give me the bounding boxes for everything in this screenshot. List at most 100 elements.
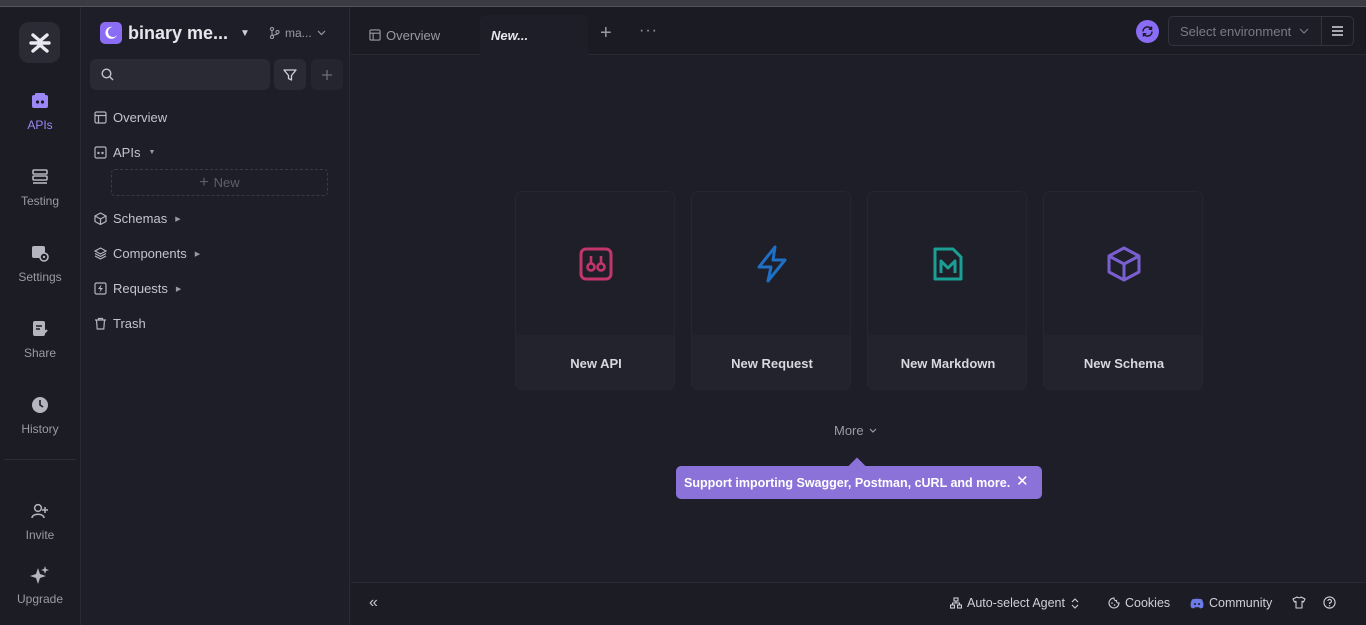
collapse-sidebar-button[interactable]: « (369, 594, 378, 612)
chevron-down-icon (317, 30, 326, 36)
card-art (516, 192, 674, 335)
tree-label-overview: Overview (113, 110, 168, 125)
branch-selector[interactable]: ma... (269, 26, 326, 40)
agent-selector[interactable]: Auto-select Agent (950, 596, 1084, 610)
rail-item-settings[interactable]: Settings (0, 242, 80, 302)
discord-icon (1190, 598, 1204, 608)
card-art (692, 192, 850, 335)
rail-item-history[interactable]: History (0, 394, 80, 454)
tree-item-overview[interactable]: Overview (93, 110, 167, 125)
plus-icon (322, 69, 332, 80)
rail-item-apis[interactable]: APIs (0, 90, 80, 150)
cookie-icon (1108, 597, 1120, 609)
cookies-button[interactable]: Cookies (1108, 596, 1170, 610)
rail-label-invite: Invite (25, 528, 55, 542)
search-icon (101, 68, 114, 81)
chevron-down-icon (1299, 28, 1309, 34)
git-branch-icon (269, 27, 280, 39)
tree-item-trash[interactable]: Trash (93, 316, 146, 331)
tab-new[interactable]: New... (480, 15, 588, 55)
branch-name: ma... (285, 26, 312, 40)
menu-button[interactable] (1322, 16, 1354, 46)
close-icon[interactable]: ✕ (1016, 474, 1030, 490)
new-api-placeholder[interactable]: + New (111, 169, 328, 196)
plus-icon: + (600, 22, 612, 44)
card-new-request[interactable]: New Request (691, 191, 851, 390)
more-button[interactable]: More (834, 423, 877, 438)
card-new-markdown[interactable]: New Markdown (867, 191, 1027, 390)
tree-item-requests[interactable]: Requests ▶ (93, 281, 181, 296)
logo-icon (28, 32, 51, 53)
rail-divider (4, 459, 76, 460)
settings-icon (29, 242, 51, 264)
card-label: New Request (731, 355, 813, 371)
filter-icon (283, 68, 297, 81)
shirt-button[interactable] (1292, 596, 1311, 609)
rail-item-upgrade[interactable]: Upgrade (0, 564, 80, 624)
tree-label-requests: Requests (113, 281, 168, 296)
sync-button[interactable] (1136, 20, 1159, 43)
layers-icon (93, 247, 107, 261)
ellipsis-icon: ··· (639, 22, 658, 39)
project-name: binary me... (128, 22, 229, 43)
caret-down-icon: ▼ (148, 149, 156, 156)
tree-label-apis: APIs (113, 145, 141, 160)
help-button[interactable] (1323, 596, 1341, 609)
markdown-icon (933, 247, 963, 280)
rail-label-upgrade: Upgrade (16, 592, 64, 606)
help-icon (1323, 596, 1336, 609)
card-new-schema[interactable]: New Schema (1043, 191, 1203, 390)
card-label: New API (570, 355, 622, 371)
tree-item-components[interactable]: Components ▶ (93, 246, 200, 261)
new-tab-button[interactable]: + (600, 23, 612, 43)
plus-icon: + (199, 173, 209, 191)
card-art (868, 192, 1026, 335)
history-icon (29, 394, 51, 416)
project-moon-icon (100, 22, 122, 44)
shirt-icon (1292, 596, 1306, 609)
filter-button[interactable] (274, 59, 306, 90)
cube-icon (1107, 246, 1141, 281)
tooltip-text: Support importing Swagger, Postman, cURL… (684, 475, 1011, 490)
updown-icon (1071, 597, 1079, 609)
rail-item-share[interactable]: Share (0, 318, 80, 378)
tab-overview[interactable]: Overview (369, 15, 440, 55)
search-box[interactable] (90, 59, 270, 90)
community-button[interactable]: Community (1190, 596, 1272, 610)
caret-right-icon: ▶ (175, 215, 181, 223)
rail-label-share: Share (23, 346, 57, 360)
window-top-border (0, 0, 1366, 7)
rail-item-invite[interactable]: Invite (0, 500, 80, 560)
environment-select[interactable]: Select environment (1168, 16, 1322, 46)
agent-icon (950, 597, 962, 609)
tab-more-button[interactable]: ··· (639, 22, 658, 40)
environment-placeholder: Select environment (1180, 23, 1292, 39)
api-folder-icon (93, 146, 107, 160)
sparkles-icon (29, 564, 51, 586)
project-switcher[interactable]: binary me... ▼ (100, 22, 250, 44)
card-label: New Schema (1083, 355, 1165, 371)
tab-bar: Overview New... + ··· Select environment (351, 7, 1366, 55)
trash-icon (93, 317, 107, 331)
tree-item-apis[interactable]: APIs ▼ (93, 145, 155, 160)
tree-label-schemas: Schemas (113, 211, 168, 226)
cookies-label: Cookies (1125, 596, 1171, 610)
app-logo[interactable] (19, 22, 60, 63)
rail-label-history: History (21, 422, 59, 436)
status-bar: « Auto-select Agent Cookies Community (351, 582, 1366, 625)
tree-label-trash: Trash (113, 316, 146, 331)
rail-label-apis: APIs (27, 118, 53, 132)
card-new-api[interactable]: New API (515, 191, 675, 390)
tree-item-schemas[interactable]: Schemas ▶ (93, 211, 181, 226)
hamburger-icon (1332, 26, 1343, 36)
main-area: Overview New... + ··· Select environment… (351, 7, 1366, 625)
rail-item-testing[interactable]: Testing (0, 166, 80, 226)
card-label: New Markdown (900, 355, 996, 371)
project-sidebar: binary me... ▼ ma... Overview APIs ▼ + N… (81, 7, 350, 625)
cube-icon (93, 212, 107, 226)
search-input[interactable] (122, 67, 262, 82)
bolt-icon (757, 245, 787, 282)
tab-overview-label: Overview (386, 27, 441, 43)
add-button[interactable] (311, 59, 343, 90)
caret-right-icon: ▶ (175, 285, 182, 293)
